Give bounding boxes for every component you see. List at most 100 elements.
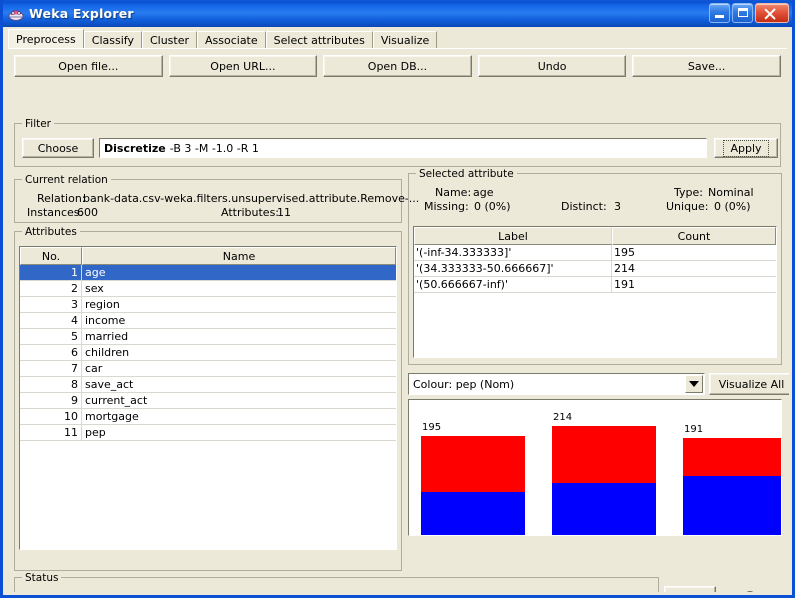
close-button[interactable] — [755, 3, 789, 23]
status-group: Status OK — [14, 577, 659, 592]
attribute-number: 11 — [20, 425, 82, 440]
histogram-bar-count: 214 — [553, 412, 572, 423]
column-header-count[interactable]: Count — [612, 227, 776, 245]
tab-classify[interactable]: Classify — [84, 31, 142, 49]
count-value: 214 — [612, 261, 776, 276]
filter-name: Discretize — [104, 142, 166, 155]
window-controls — [709, 3, 789, 23]
attribute-number: 4 — [20, 313, 82, 328]
histogram-bar-count: 195 — [422, 422, 441, 433]
attributes-row-container: 1age2sex3region4income5married6children7… — [20, 265, 396, 441]
table-row[interactable]: 5married — [20, 329, 396, 345]
save-button[interactable]: Save... — [632, 55, 781, 77]
weka-explorer-window: Weka Explorer Preprocess Classify Cluste… — [0, 0, 795, 598]
attr-missing-value: 0 (0%) — [474, 200, 511, 213]
open-db-button[interactable]: Open DB... — [323, 55, 472, 77]
label-row-container: '(-inf-34.333333]'195'(34.333333-50.6666… — [414, 245, 776, 293]
button-label: Open DB... — [368, 60, 427, 73]
tab-associate[interactable]: Associate — [197, 31, 266, 49]
table-row[interactable]: 2sex — [20, 281, 396, 297]
tab-label: Visualize — [381, 34, 429, 47]
button-label: Save... — [688, 60, 726, 73]
attribute-name: save_act — [82, 377, 396, 392]
attr-name-value: age — [473, 186, 494, 199]
table-row[interactable]: '(50.666667-inf)'191 — [414, 277, 776, 293]
weka-bird-icon — [724, 585, 764, 592]
button-label: Apply — [723, 140, 768, 157]
minimize-button[interactable] — [709, 3, 730, 23]
attribute-number: 3 — [20, 297, 82, 312]
table-row[interactable]: 8save_act — [20, 377, 396, 393]
histogram-bar-count: 191 — [684, 424, 703, 435]
filter-group: Filter Choose Discretize -B 3 -M -1.0 -R… — [14, 123, 781, 167]
apply-filter-button[interactable]: Apply — [714, 138, 778, 158]
table-row[interactable]: 7car — [20, 361, 396, 377]
maximize-button[interactable] — [732, 3, 753, 23]
tab-cluster[interactable]: Cluster — [142, 31, 197, 49]
attribute-number: 2 — [20, 281, 82, 296]
button-label: Undo — [538, 60, 567, 73]
column-header-no[interactable]: No. — [20, 247, 82, 265]
log-button[interactable]: Log — [664, 586, 716, 592]
attr-distinct-value: 3 — [614, 200, 621, 213]
histogram-bar[interactable]: 214 — [552, 426, 656, 535]
count-value: 191 — [612, 277, 776, 292]
attr-unique-value: 0 (0%) — [714, 200, 751, 213]
tab-preprocess[interactable]: Preprocess — [8, 29, 84, 49]
title-bar: Weka Explorer — [3, 0, 792, 27]
table-row[interactable]: '(-inf-34.333333]'195 — [414, 245, 776, 261]
attribute-histogram[interactable]: 195 214 191 — [408, 399, 782, 536]
attributes-group-title: Attributes — [22, 226, 80, 238]
label-count-table[interactable]: Label Count '(-inf-34.333333]'195'(34.33… — [413, 226, 777, 358]
table-row[interactable]: 6children — [20, 345, 396, 361]
colour-select[interactable]: Colour: pep (Nom) — [408, 373, 705, 395]
relation-value: bank-data.csv-weka.filters.unsupervised.… — [83, 192, 419, 205]
attr-type-label: Type: — [674, 186, 703, 199]
histogram-bar[interactable]: 191 — [683, 438, 782, 535]
weka-bird-icon — [7, 5, 25, 23]
label-value: '(-inf-34.333333]' — [414, 245, 612, 260]
filter-spec-field[interactable]: Discretize -B 3 -M -1.0 -R 1 — [99, 138, 707, 158]
table-row[interactable]: '(34.333333-50.666667]'214 — [414, 261, 776, 277]
open-file-button[interactable]: Open file... — [14, 55, 163, 77]
tab-visualize[interactable]: Visualize — [373, 31, 437, 49]
attribute-name: car — [82, 361, 396, 376]
instances-label: Instances: — [27, 206, 83, 219]
attributes-count-label: Attributes: — [221, 206, 279, 219]
attribute-name: region — [82, 297, 396, 312]
mascot-count: x 0 — [768, 592, 785, 593]
attribute-number: 8 — [20, 377, 82, 392]
attribute-number: 7 — [20, 361, 82, 376]
attribute-number: 1 — [20, 265, 82, 280]
column-header-label[interactable]: Label — [414, 227, 612, 245]
column-header-name[interactable]: Name — [82, 247, 396, 265]
button-label: Log — [680, 592, 700, 593]
tab-label: Cluster — [150, 34, 189, 47]
attributes-table[interactable]: No. Name 1age2sex3region4income5married6… — [19, 246, 397, 550]
table-row[interactable]: 9current_act — [20, 393, 396, 409]
undo-button[interactable]: Undo — [478, 55, 627, 77]
visualize-all-button[interactable]: Visualize All — [709, 373, 789, 395]
attribute-name: income — [82, 313, 396, 328]
table-row[interactable]: 11pep — [20, 425, 396, 441]
table-row[interactable]: 1age — [20, 265, 396, 281]
histogram-bar[interactable]: 195 — [421, 436, 525, 535]
table-row[interactable]: 3region — [20, 297, 396, 313]
weka-mascot: x 0 — [724, 583, 789, 592]
relation-label: Relation: — [37, 192, 86, 205]
chevron-down-icon[interactable] — [685, 375, 703, 393]
table-row[interactable]: 10mortgage — [20, 409, 396, 425]
table-row[interactable]: 4income — [20, 313, 396, 329]
choose-filter-button[interactable]: Choose — [22, 138, 94, 158]
open-url-button[interactable]: Open URL... — [169, 55, 318, 77]
label-value: '(34.333333-50.666667]' — [414, 261, 612, 276]
attribute-number: 9 — [20, 393, 82, 408]
label-value: '(50.666667-inf)' — [414, 277, 612, 292]
tab-label: Associate — [205, 34, 258, 47]
histogram-segment-red — [421, 436, 525, 492]
tab-select-attributes[interactable]: Select attributes — [266, 31, 373, 49]
attributes-count-value: 11 — [277, 206, 291, 219]
attributes-scroll-area[interactable] — [400, 250, 401, 570]
status-group-title: Status — [22, 572, 61, 584]
label-table-header: Label Count — [414, 227, 776, 245]
